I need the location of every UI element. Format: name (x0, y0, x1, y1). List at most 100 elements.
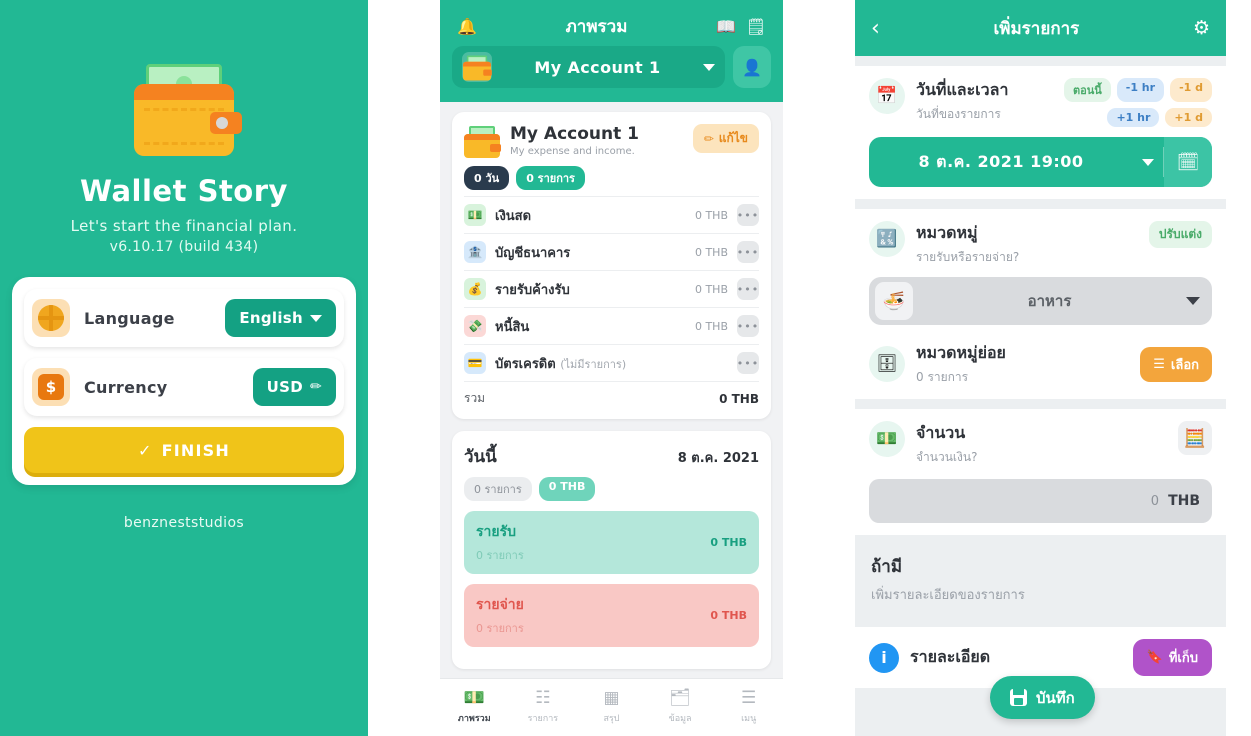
edit-account-button[interactable]: ✏ แก้ไข (692, 124, 759, 153)
save-label: บันทึก (1036, 688, 1075, 707)
row-menu-icon[interactable]: ••• (737, 352, 759, 374)
language-dropdown[interactable]: English (225, 299, 336, 337)
row-value: 0 THB (694, 319, 728, 333)
language-row[interactable]: Language English (24, 289, 344, 347)
today-records-chip: 0 รายการ (464, 477, 532, 501)
subcategory-title: หมวดหมู่ย่อย (916, 343, 1006, 362)
row-label: หนี้สิน (495, 319, 530, 335)
table-row[interactable]: 💳 บัตรเครดิต (ไม่มีรายการ) ••• (464, 344, 759, 381)
wallet-icon (464, 126, 501, 158)
studio-credit: benzneststudios (123, 515, 245, 531)
row-menu-icon[interactable]: ••• (737, 278, 759, 300)
datetime-value: 8 ต.ค. 2021 19:00 (918, 151, 1084, 171)
income-row[interactable]: รายรับ 0 รายการ 0 THB (464, 511, 759, 574)
calendar-button-icon[interactable]: 🗓 (1164, 137, 1212, 187)
nav-item-records[interactable]: ☷ รายการ (509, 690, 578, 725)
account-card-title: My Account 1 (510, 124, 639, 144)
chevron-down-icon (310, 314, 322, 322)
menu-icon: ☰ (741, 688, 757, 708)
info-icon: i (869, 642, 899, 673)
gear-icon[interactable]: ⚙ (1193, 17, 1210, 39)
table-row[interactable]: 💸 หนี้สิน 0 THB ••• (464, 307, 759, 344)
nav-item-overview[interactable]: 💵 ภาพรวม (440, 690, 509, 725)
check-icon: ✓ (138, 440, 153, 460)
page-title: Wallet Story (80, 174, 288, 208)
book-icon[interactable]: 📖 (711, 11, 741, 41)
onboarding-screen: Wallet Story Let's start the financial p… (0, 0, 368, 736)
amount-section: 💵 จำนวน จำนวนเงิน? 🧮 0 THB (855, 409, 1226, 535)
currency-label: Currency (84, 377, 168, 397)
chip-plus-1hr[interactable]: +1 hr (1107, 108, 1160, 127)
list-icon: ☰ (1153, 356, 1165, 372)
currency-row[interactable]: $ Currency USD ✏ (24, 358, 344, 416)
version-label: v6.10.17 (build 434) (109, 239, 259, 255)
subcategory-icon: 🗄 (869, 346, 905, 382)
back-icon[interactable]: ‹ (871, 16, 880, 41)
row-menu-icon[interactable]: ••• (737, 315, 759, 337)
subcategory-subtitle: 0 รายการ (916, 370, 969, 384)
optional-subtitle: เพิ่มรายละเอียดของรายการ (871, 588, 1025, 603)
screenshot-root: Wallet Story Let's start the financial p… (0, 0, 1251, 736)
add-record-screen: ‹ เพิ่มรายการ ⚙ 📅 วันที่และเวลา วันที่ขอ… (855, 0, 1226, 736)
bottom-navigation: 💵 ภาพรวม ☷ รายการ ▦ สรุป 🗂 ข้อมูล ☰ เมนู (440, 678, 783, 736)
datetime-subtitle: วันที่ของรายการ (916, 107, 1001, 121)
data-icon: 🗂 (669, 688, 691, 708)
nav-label: รายการ (527, 714, 559, 724)
row-menu-icon[interactable]: ••• (737, 241, 759, 263)
chevron-down-icon (703, 63, 715, 71)
person-icon[interactable]: 👤 (733, 46, 771, 88)
subcategory-row: 🗄 หมวดหมู่ย่อย 0 รายการ ☰ เลือก (869, 341, 1212, 387)
customize-button[interactable]: ปรับแต่ง (1148, 221, 1212, 248)
account-card-description: My expense and income. (510, 146, 635, 157)
chip-now[interactable]: ตอนนี้ (1063, 78, 1111, 102)
chip-minus-1d[interactable]: -1 d (1170, 78, 1212, 102)
account-selector[interactable]: My Account 1 (452, 46, 725, 88)
add-record-header: ‹ เพิ่มรายการ ⚙ (855, 0, 1226, 56)
debt-icon: 💸 (464, 315, 486, 337)
amount-input[interactable]: 0 THB (869, 479, 1212, 523)
expense-row[interactable]: รายจ่าย 0 รายการ 0 THB (464, 584, 759, 647)
nav-item-data[interactable]: 🗂 ข้อมูล (646, 690, 715, 725)
row-value: 0 THB (694, 208, 728, 222)
nav-item-summary[interactable]: ▦ สรุป (577, 690, 646, 725)
currency-value: USD (266, 378, 303, 396)
subcategory-button-label: เลือก (1170, 357, 1199, 373)
table-row[interactable]: 🏦 บัญชีธนาคาร 0 THB ••• (464, 233, 759, 270)
expense-count: 0 รายการ (476, 622, 524, 635)
bell-icon[interactable]: 🔔 (452, 11, 482, 41)
row-menu-icon[interactable]: ••• (737, 204, 759, 226)
today-amount-chip: 0 THB (538, 477, 596, 501)
storage-button[interactable]: 🔖 ที่เก็บ (1132, 639, 1212, 676)
expense-label: รายจ่าย (476, 597, 524, 613)
calculator-icon[interactable]: 🧮 (1178, 421, 1212, 455)
chip-plus-1d[interactable]: +1 d (1165, 108, 1212, 127)
income-count: 0 รายการ (476, 549, 524, 562)
category-dropdown[interactable]: 🍜 อาหาร (869, 277, 1212, 325)
amount-currency: THB (1168, 493, 1200, 509)
save-button[interactable]: บันทึก (990, 676, 1095, 719)
subcategory-select-button[interactable]: ☰ เลือก (1140, 346, 1212, 382)
row-value: 0 THB (694, 245, 728, 259)
finish-button[interactable]: ✓ FINISH (24, 427, 344, 473)
datetime-field[interactable]: 8 ต.ค. 2021 19:00 🗓 (869, 137, 1212, 187)
nav-label: ภาพรวม (457, 714, 491, 724)
expense-value: 0 THB (710, 609, 747, 622)
nav-item-menu[interactable]: ☰ เมนู (714, 690, 783, 725)
currency-edit-button[interactable]: USD ✏ (252, 368, 336, 406)
income-label: รายรับ (476, 524, 516, 540)
chevron-down-icon[interactable] (1133, 158, 1163, 166)
table-row[interactable]: 💰 รายรับค้างรับ 0 THB ••• (464, 270, 759, 307)
edit-label: แก้ไข (718, 131, 748, 145)
account-card: My Account 1 My expense and income. ✏ แก… (452, 112, 771, 419)
notes-icon[interactable]: 🗒 (741, 11, 771, 41)
amount-subtitle: จำนวนเงิน? (916, 450, 978, 464)
row-value: 0 THB (694, 282, 728, 296)
pencil-icon: ✏ (309, 379, 322, 395)
overview-screen: 🔔 ภาพรวม 📖 🗒 My Account 1 👤 My Account 1… (440, 0, 783, 736)
table-row[interactable]: 💵 เงินสด 0 THB ••• (464, 196, 759, 233)
income-value: 0 THB (710, 536, 747, 549)
today-card: วันนี้ 8 ต.ค. 2021 0 รายการ 0 THB รายรับ… (452, 431, 771, 669)
chip-minus-1hr[interactable]: -1 hr (1116, 78, 1165, 102)
overview-title: ภาพรวม (565, 16, 628, 37)
today-date: 8 ต.ค. 2021 (677, 451, 759, 466)
